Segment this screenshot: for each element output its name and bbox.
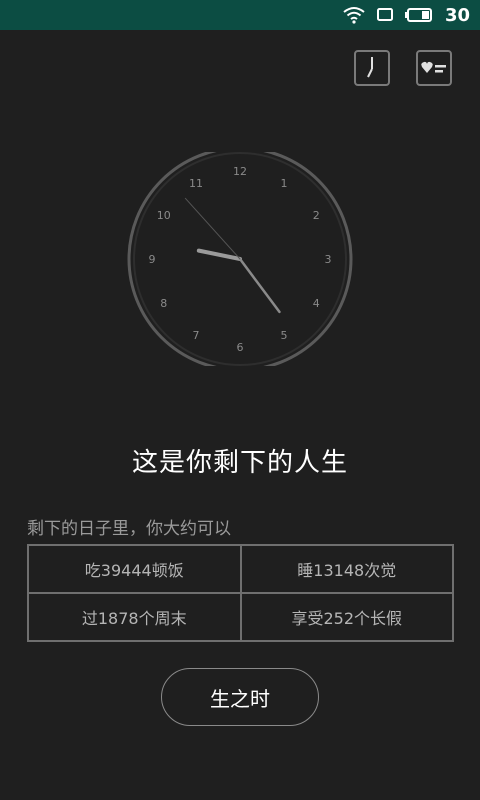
clock-mode-button[interactable] [354,50,390,86]
clock-number: 2 [313,209,320,222]
clock-number: 11 [189,177,203,190]
clock-number: 3 [325,253,332,266]
screen-icon [376,8,393,21]
stat-weekends: 过1878个周末 [28,593,241,641]
stats-grid: 吃39444顿饭 睡13148次觉 过1878个周末 享受252个长假 [27,544,454,642]
favorites-button[interactable] [416,50,452,86]
clock-number: 8 [160,297,167,310]
subtitle: 剩下的日子里，你大约可以 [27,519,231,539]
clock-number: 4 [313,297,320,310]
status-icons: 30 [343,3,470,27]
clock-hand-icon [367,57,373,78]
heart-list-icon [421,61,446,73]
clock-number: 5 [281,329,288,342]
clock-number: 12 [233,165,247,178]
page-title: 这是你剩下的人生 [131,448,348,478]
stat-sleeps: 睡13148次觉 [240,545,453,593]
battery-icon [404,8,432,22]
clock-number: 7 [193,329,200,342]
clock-number: 1 [281,177,288,190]
stat-holidays: 享受252个长假 [240,593,453,641]
clock-number: 10 [157,209,171,222]
battery-level: 30 [444,4,470,26]
clock-number: 9 [149,253,156,266]
analog-clock: 121234567891011 [127,152,353,366]
status-bar: 30 [0,0,480,30]
wifi-icon [343,7,365,24]
clock-number: 6 [237,341,244,354]
life-time-button[interactable]: 生之时 [161,668,319,726]
stat-meals: 吃39444顿饭 [28,545,241,593]
top-actions [354,50,452,86]
